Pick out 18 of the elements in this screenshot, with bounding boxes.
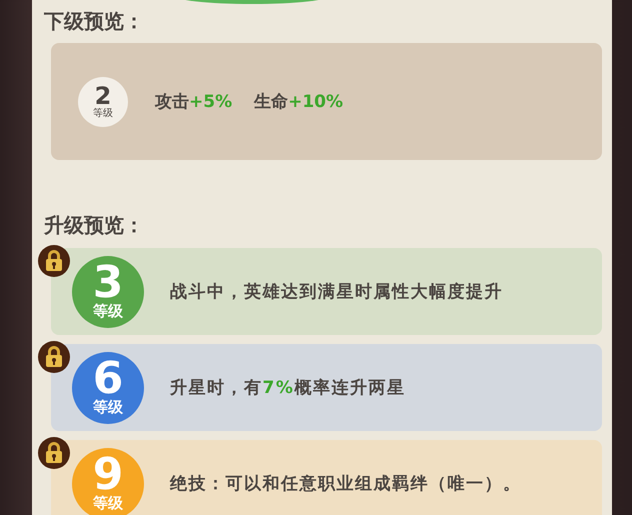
level-number: 3 bbox=[92, 263, 124, 303]
stat-text: 攻击+5% bbox=[155, 91, 232, 113]
level-number: 9 bbox=[92, 455, 124, 495]
level-label: 等级 bbox=[93, 399, 123, 416]
level-number: 2 bbox=[94, 84, 112, 108]
level-number: 6 bbox=[92, 359, 124, 399]
upgrade-description: 升星时，有7%概率连升两星 bbox=[170, 377, 406, 399]
stat-text: 生命+10% bbox=[254, 91, 344, 113]
upgrade-description: 绝技：可以和任意职业组成羁绊（唯一）。 bbox=[170, 473, 522, 495]
section-title: 升级预览： bbox=[42, 212, 145, 239]
padlock-icon bbox=[38, 437, 70, 469]
level-label: 等级 bbox=[93, 495, 123, 512]
level-label: 等级 bbox=[93, 303, 123, 320]
section-title: 下级预览： bbox=[43, 8, 145, 34]
upgrade-description: 战斗中，英雄达到满星时属性大幅度提升 bbox=[170, 281, 503, 303]
padlock-icon bbox=[38, 341, 70, 373]
padlock-icon bbox=[38, 245, 70, 277]
level-label: 等级 bbox=[93, 108, 113, 120]
